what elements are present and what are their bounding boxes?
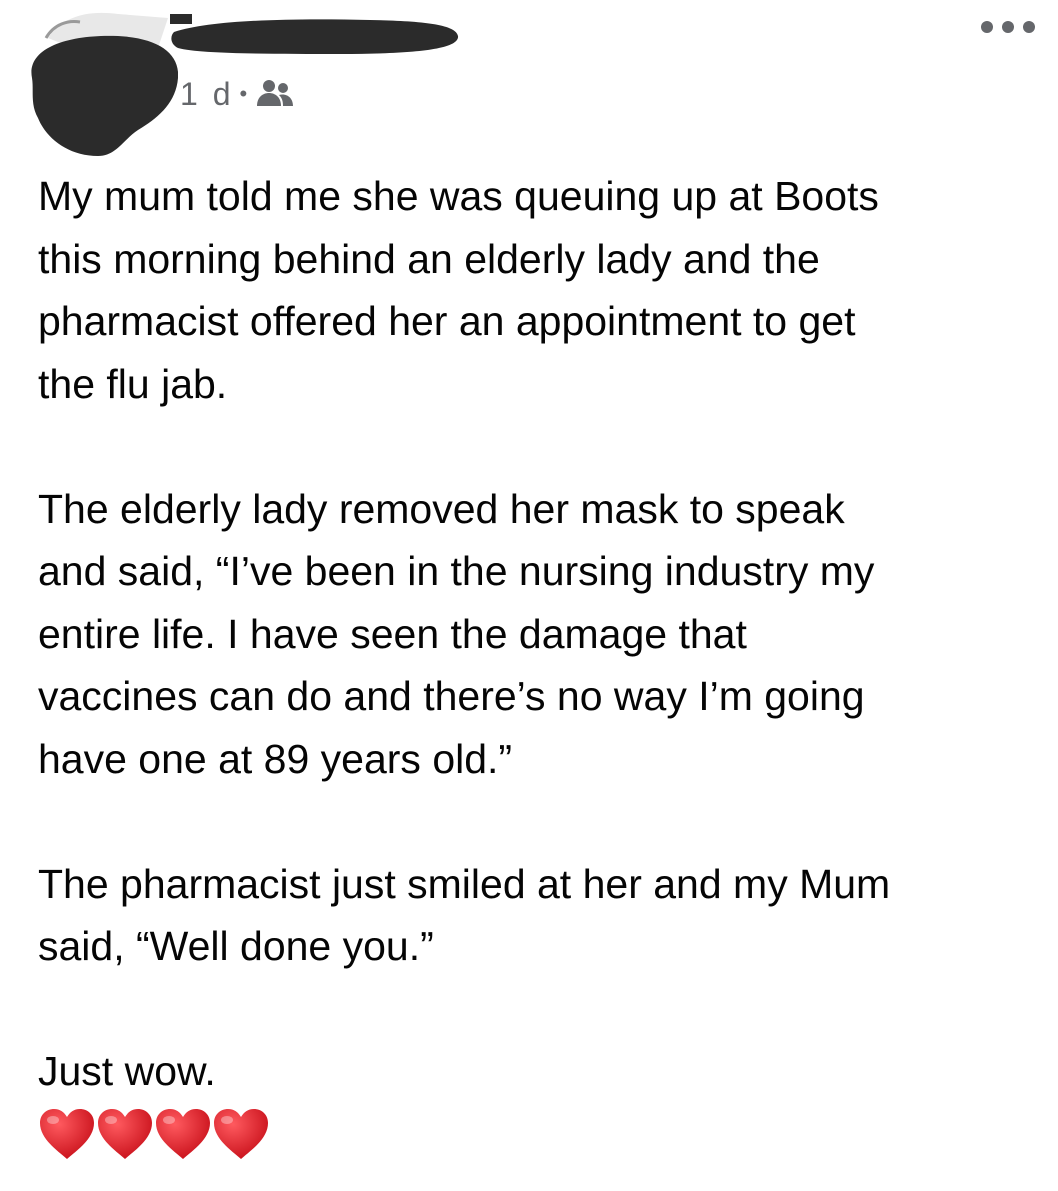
friends-icon[interactable] (255, 78, 295, 110)
meta-separator: • (239, 81, 248, 106)
more-options-icon (981, 21, 1035, 33)
post-timestamp[interactable]: 1 d (180, 76, 233, 113)
post-paragraph: The elderly lady removed her mask to spe… (38, 485, 875, 782)
emoji-row (38, 1103, 1048, 1165)
heart-icon (212, 1107, 270, 1161)
more-options-button[interactable] (978, 12, 1038, 42)
post-paragraph: The pharmacist just smiled at her and my… (38, 860, 891, 970)
post-body: My mum told me she was queuing up at Boo… (38, 165, 1048, 1165)
heart-icon (96, 1107, 154, 1161)
post-meta: 1 d • (180, 72, 295, 116)
avatar[interactable] (8, 8, 178, 158)
post-card: 1 d • My mum told me she was queuing up … (0, 0, 1058, 1191)
post-paragraph: Just wow. (38, 1048, 216, 1094)
heart-icon (38, 1107, 96, 1161)
heart-icon (154, 1107, 212, 1161)
post-paragraph: My mum told me she was queuing up at Boo… (38, 173, 879, 407)
author-name-redacted[interactable] (170, 14, 460, 58)
